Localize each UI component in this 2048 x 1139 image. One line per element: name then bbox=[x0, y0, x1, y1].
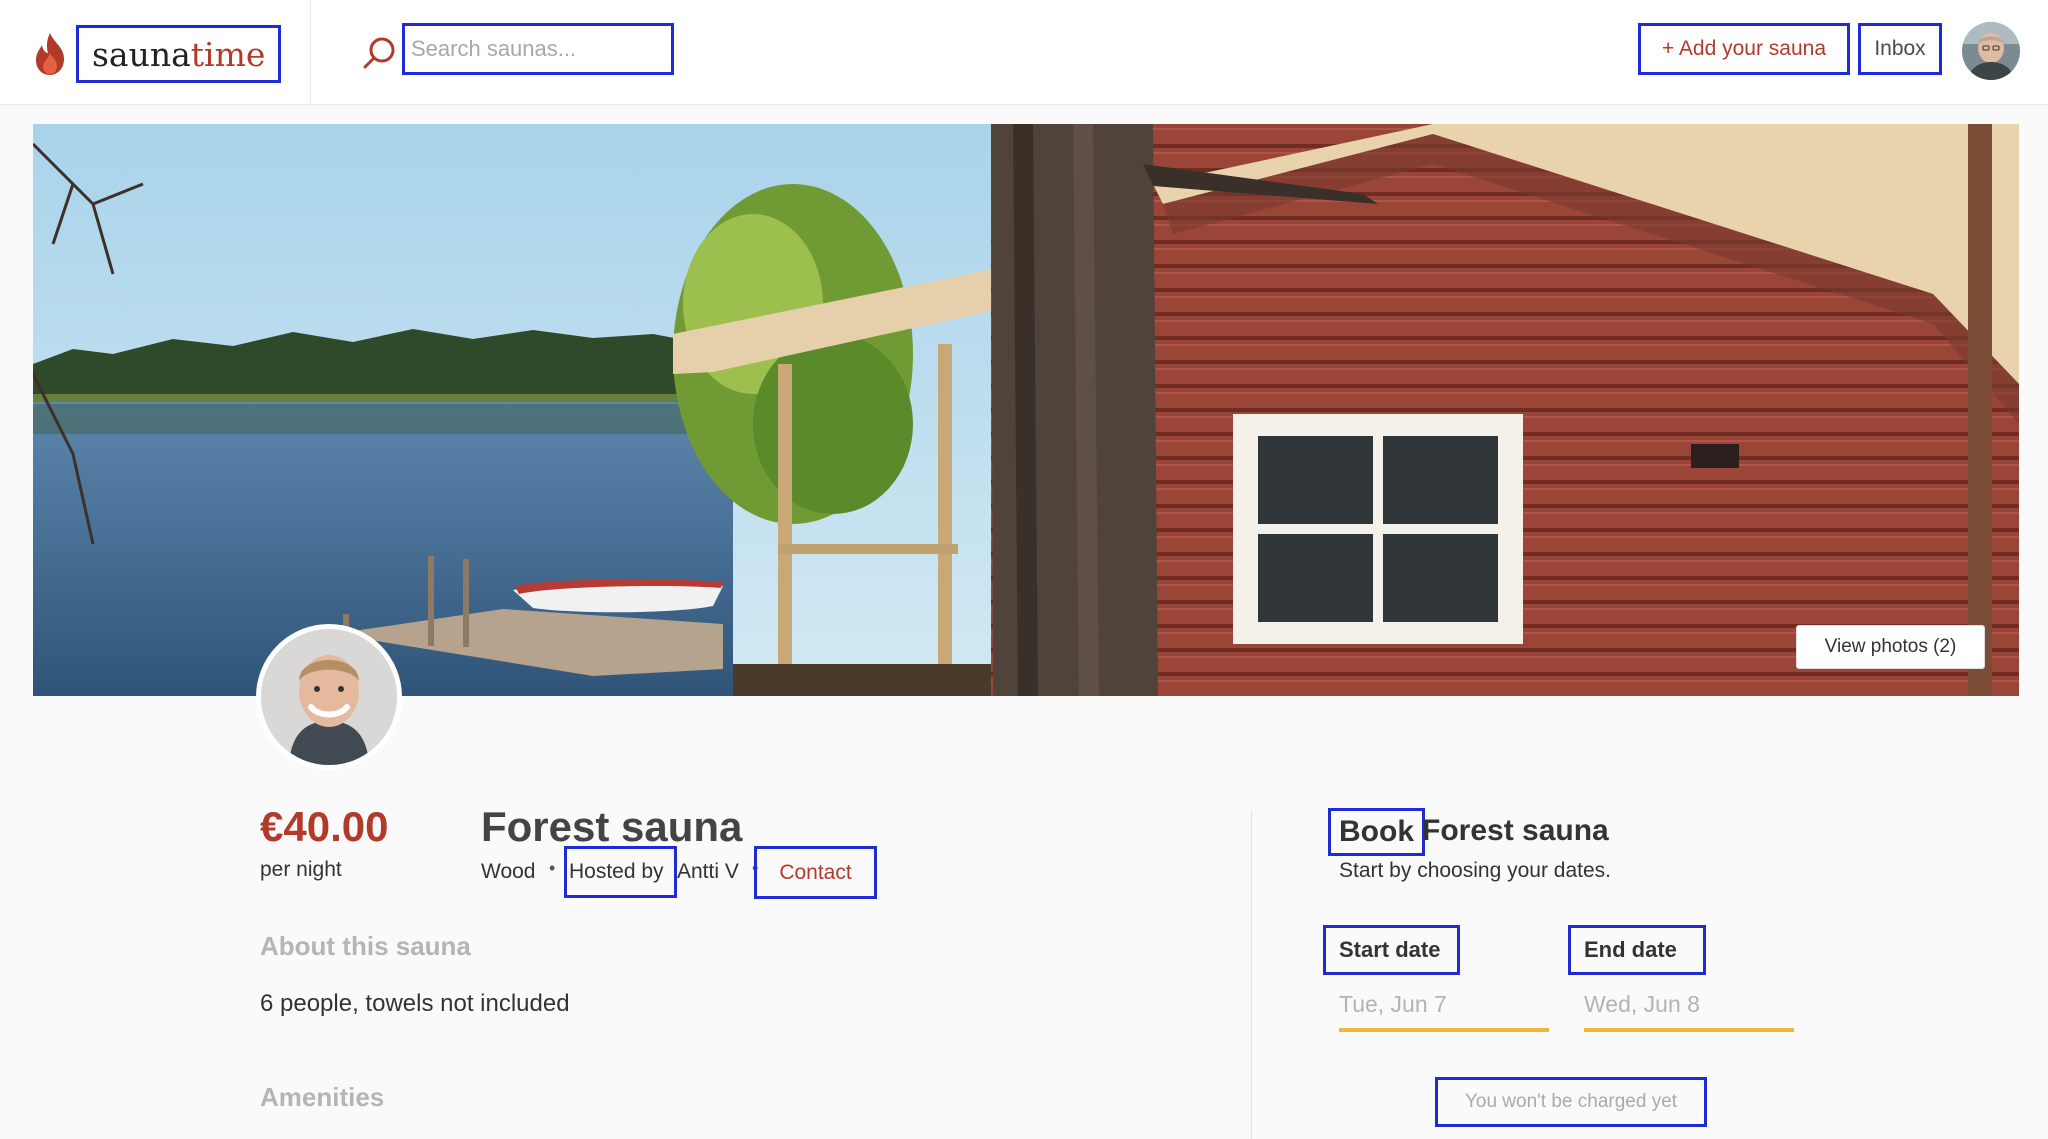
listing-title: Forest sauna bbox=[481, 803, 743, 850]
brand[interactable]: sauna time bbox=[30, 25, 282, 83]
charge-note: You won't be charged yet bbox=[1435, 1077, 1707, 1127]
end-date-label: End date bbox=[1568, 925, 1706, 975]
add-your-sauna-button[interactable]: + Add your sauna bbox=[1638, 23, 1850, 75]
search-input[interactable] bbox=[402, 23, 674, 75]
sauna-type: Wood bbox=[481, 860, 536, 883]
view-photos-button[interactable]: View photos (2) bbox=[1796, 625, 1985, 669]
user-avatar[interactable] bbox=[1962, 22, 2020, 80]
about-text: 6 people, towels not included bbox=[260, 990, 570, 1017]
contact-host-link[interactable]: Contact bbox=[754, 846, 877, 899]
top-navigation-bar: saunatime + Add your sauna Inbox bbox=[0, 0, 2048, 105]
logo-text-time: time bbox=[190, 34, 266, 74]
about-heading: About this sauna bbox=[260, 931, 471, 961]
hero-photo[interactable] bbox=[33, 124, 2019, 696]
meta-separator: • bbox=[549, 858, 556, 878]
host-avatar[interactable] bbox=[256, 624, 402, 770]
logo-text-sauna: sauna bbox=[92, 34, 191, 74]
column-divider bbox=[1251, 811, 1252, 1139]
end-date-input[interactable] bbox=[1584, 980, 1794, 1032]
price: €40.00 bbox=[260, 803, 389, 850]
flame-icon bbox=[36, 33, 64, 75]
book-label: Book bbox=[1328, 808, 1425, 856]
booking-subtitle: Start by choosing your dates. bbox=[1339, 859, 1611, 882]
hosted-by-label: Hosted by bbox=[564, 846, 677, 898]
start-date-label: Start date bbox=[1323, 925, 1460, 975]
inbox-button[interactable]: Inbox bbox=[1858, 23, 1942, 75]
booking-title: Forest sauna bbox=[1422, 814, 1609, 847]
host-name: Antti V bbox=[677, 860, 739, 883]
search-icon bbox=[363, 37, 395, 69]
amenities-heading: Amenities bbox=[260, 1082, 385, 1112]
price-unit: per night bbox=[260, 858, 342, 881]
logo-wordmark[interactable]: sauna time bbox=[76, 25, 282, 83]
start-date-input[interactable] bbox=[1339, 980, 1549, 1032]
header-divider bbox=[310, 0, 311, 105]
